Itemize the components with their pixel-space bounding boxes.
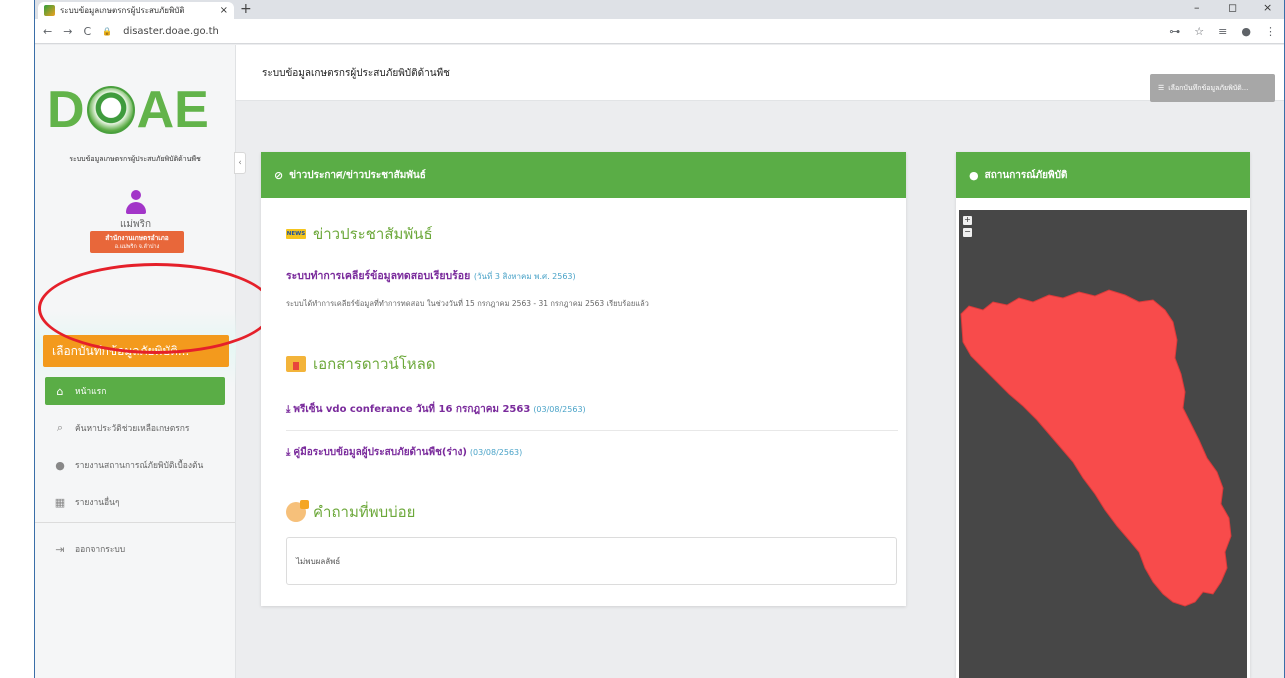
news-card: ⊘ ข่าวประกาศ/ข่าวประชาสัมพันธ์ NEWS ข่าว…: [261, 152, 906, 606]
close-window-icon[interactable]: ×: [1263, 1, 1272, 14]
tab-strip: ระบบข้อมูลเกษตรกรผู้ประสบภัยพิบัติ × + –…: [35, 0, 1284, 19]
doae-logo[interactable]: D AE: [47, 81, 227, 139]
bookmark-star-icon[interactable]: ☆: [1194, 25, 1204, 38]
news-card-header: ⊘ ข่าวประกาศ/ข่าวประชาสัมพันธ์: [261, 152, 906, 198]
browser-window: ระบบข้อมูลเกษตรกรผู้ประสบภัยพิบัติ × + –…: [34, 0, 1285, 678]
map-zoom-in-button[interactable]: +: [963, 216, 972, 225]
address-bar: ← → C 🔒 disaster.doae.go.th ⊶ ☆ ≡ ● ⋮: [35, 19, 1284, 44]
office-location: อ.แม่พริก จ.ลำปาง: [114, 244, 160, 250]
news-card-title: ข่าวประกาศ/ข่าวประชาสัมพันธ์: [289, 169, 426, 181]
news-item-title: ระบบทำการเคลียร์ข้อมูลทดสอบเรียบร้อย: [286, 270, 471, 282]
top-bar: ระบบข้อมูลเกษตรกรผู้ประสบภัยพิบัติด้านพื…: [236, 45, 1284, 102]
info-icon: ●: [55, 458, 65, 472]
table-icon: ▦: [54, 495, 66, 509]
emblem-icon: [86, 86, 135, 134]
info-circle-icon: ●: [969, 168, 979, 182]
sidebar-item-other-reports[interactable]: ▦ รายงานอื่นๆ: [45, 488, 225, 516]
download-date: (03/08/2563): [533, 405, 586, 414]
disaster-map[interactable]: + −: [959, 210, 1247, 678]
news-item-date: (วันที่ 3 สิงหาคม พ.ศ. 2563): [473, 272, 576, 281]
office-name: สำนักงานเกษตรอำเภอ: [105, 234, 169, 242]
lock-icon[interactable]: 🔒: [102, 27, 112, 36]
sidebar-collapse-button[interactable]: ‹: [234, 152, 246, 174]
user-name: แม่พริก: [119, 219, 152, 230]
browser-tab[interactable]: ระบบข้อมูลเกษตรกรผู้ประสบภัยพิบัติ ×: [38, 2, 234, 19]
office-badge: สำนักงานเกษตรอำเภอ อ.แม่พริก จ.ลำปาง: [90, 231, 184, 253]
url-field[interactable]: disaster.doae.go.th: [123, 26, 219, 37]
download-link-conference[interactable]: ⤓ พรีเซ็น vdo conferance วันที่ 16 กรกฎา…: [286, 402, 586, 417]
faq-person-icon: [286, 500, 309, 522]
home-icon: ⌂: [56, 384, 64, 398]
download-title: คู่มือระบบข้อมูลผู้ประสบภัยด้านพืช(ร่าง): [293, 447, 467, 458]
key-icon[interactable]: ⊶: [1169, 25, 1180, 38]
select-disaster-record-top-button[interactable]: ☰ เลือกบันทึกข้อมูลภัยพิบัติ...: [1150, 74, 1275, 102]
sidebar-item-disaster-report[interactable]: ● รายงานสถานการณ์ภัยพิบัติเบื้องต้น: [45, 451, 225, 479]
profile-icon[interactable]: ●: [1241, 25, 1251, 38]
pr-section-heading: NEWS ข่าวประชาสัมพันธ์: [286, 222, 433, 246]
sidebar-item-label: ออกจากระบบ: [75, 545, 126, 555]
top-button-label: เลือกบันทึกข้อมูลภัยพิบัติ...: [1168, 83, 1249, 92]
page-title: ระบบข้อมูลเกษตรกรผู้ประสบภัยพิบัติด้านพื…: [262, 68, 450, 79]
reload-icon[interactable]: C: [83, 25, 91, 38]
back-icon[interactable]: ←: [43, 25, 52, 38]
list-icon: ☰: [1158, 84, 1165, 92]
site-favicon-icon: [44, 5, 55, 16]
download-icon: ⤓: [286, 447, 291, 458]
downloads-section-heading: เอกสารดาวน์โหลด: [286, 352, 436, 376]
faq-section-heading: คำถามที่พบบ่อย: [286, 500, 415, 524]
search-icon: ⌕: [56, 421, 64, 434]
news-icon: NEWS: [286, 229, 306, 239]
logo-letter-d: D: [47, 81, 85, 139]
news-item-link[interactable]: ระบบทำการเคลียร์ข้อมูลทดสอบเรียบร้อย (วั…: [286, 267, 576, 284]
download-title: พรีเซ็น vdo conferance วันที่ 16 กรกฎาคม…: [293, 404, 531, 415]
tab-close-icon[interactable]: ×: [220, 5, 228, 16]
sidebar-item-search-history[interactable]: ⌕ ค้นหาประวัติช่วยเหลือเกษตรกร: [45, 414, 225, 442]
news-item-description: ระบบได้ทำการเคลียร์ข้อมูลที่ทำการทดสอบ ใ…: [286, 299, 649, 308]
tab-title: ระบบข้อมูลเกษตรกรผู้ประสบภัยพิบัติ: [60, 6, 185, 15]
download-icon: ⤓: [286, 404, 291, 415]
district-map-shape: [960, 289, 1232, 607]
browser-menu-icon[interactable]: ⋮: [1265, 25, 1276, 38]
downloads-heading-label: เอกสารดาวน์โหลด: [313, 355, 436, 373]
logo-letters-ae: AE: [136, 81, 209, 139]
folder-download-icon: [286, 356, 306, 372]
forward-icon[interactable]: →: [63, 25, 72, 38]
site-subtitle: ระบบข้อมูลเกษตรกรผู้ประสบภัยพิบัติด้านพื…: [69, 155, 201, 163]
sidebar-divider: [35, 522, 235, 523]
sidebar-item-logout[interactable]: ⇥ ออกจากระบบ: [45, 535, 225, 563]
globe-icon: ⊘: [274, 168, 284, 182]
disaster-card-title: สถานการณ์ภัยพิบัติ: [984, 169, 1068, 181]
faq-empty-text: ไม่พบผลลัพธ์: [296, 556, 341, 566]
sidebar-item-label: ค้นหาประวัติช่วยเหลือเกษตรกร: [75, 424, 190, 434]
disaster-card-header: ● สถานการณ์ภัยพิบัติ: [956, 152, 1250, 198]
faq-heading-label: คำถามที่พบบ่อย: [313, 503, 416, 521]
reading-list-icon[interactable]: ≡: [1218, 25, 1227, 38]
logout-icon: ⇥: [55, 542, 65, 556]
download-link-manual[interactable]: ⤓ คู่มือระบบข้อมูลผู้ประสบภัยด้านพืช(ร่า…: [286, 445, 522, 460]
new-tab-button[interactable]: +: [240, 1, 252, 17]
download-date: (03/08/2563): [469, 448, 523, 457]
user-avatar-icon: [125, 190, 147, 216]
sidebar-item-label: หน้าแรก: [75, 387, 107, 397]
minimize-icon[interactable]: –: [1194, 1, 1200, 14]
select-disaster-record-button[interactable]: เลือกบันทึกข้อมูลภัยพิบัติ...: [43, 335, 229, 367]
pr-heading-label: ข่าวประชาสัมพันธ์: [313, 225, 433, 243]
sidebar-item-label: รายงานสถานการณ์ภัยพิบัติเบื้องต้น: [75, 461, 204, 471]
sidebar: D AE ระบบข้อมูลเกษตรกรผู้ประสบภัยพิบัติด…: [35, 45, 246, 678]
sidebar-nav: ⌂ หน้าแรก ⌕ ค้นหาประวัติช่วยเหลือเกษตรกร…: [35, 377, 235, 572]
maximize-icon[interactable]: ◻: [1228, 1, 1237, 14]
sidebar-item-label: รายงานอื่นๆ: [75, 498, 120, 508]
faq-results-box: ไม่พบผลลัพธ์: [286, 537, 897, 585]
sidebar-item-home[interactable]: ⌂ หน้าแรก: [45, 377, 225, 405]
map-zoom-out-button[interactable]: −: [963, 228, 972, 237]
disaster-situation-card: ● สถานการณ์ภัยพิบัติ + −: [956, 152, 1250, 678]
download-divider: [286, 430, 898, 431]
